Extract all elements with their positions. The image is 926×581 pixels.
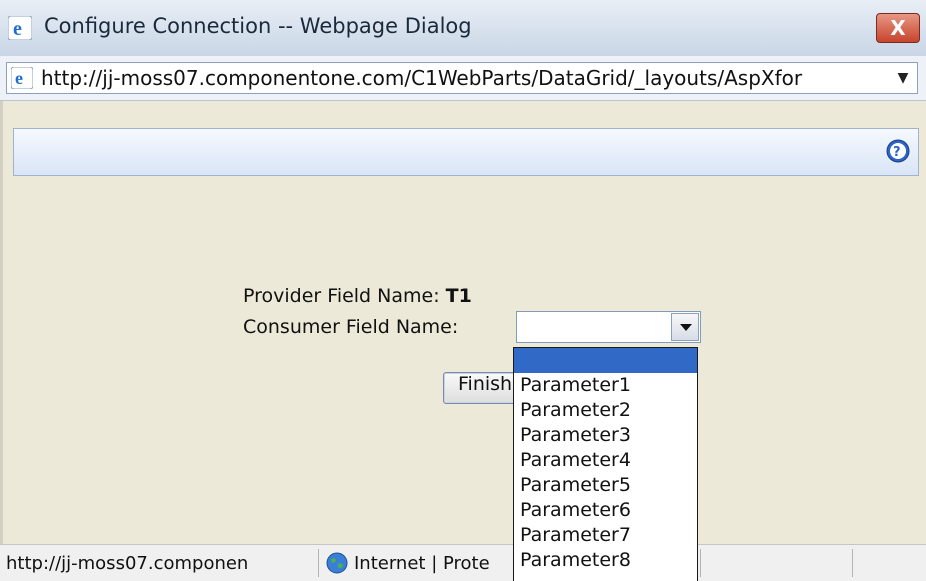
status-separator <box>700 549 701 577</box>
dropdown-option[interactable]: Parameter3 <box>514 423 697 448</box>
window-title: Configure Connection -- Webpage Dialog <box>44 14 472 38</box>
dropdown-option[interactable]: Parameter1 <box>514 373 697 398</box>
dropdown-option[interactable]: Parameter4 <box>514 448 697 473</box>
chevron-down-icon <box>680 324 692 331</box>
dropdown-button[interactable] <box>671 313 699 341</box>
dropdown-option[interactable]: Parameter7 <box>514 523 697 548</box>
address-url: http://jj-moss07.componentone.com/C1WebP… <box>41 66 803 90</box>
ie-icon: e <box>8 16 32 40</box>
status-url: http://jj-moss07.componen <box>6 553 249 574</box>
consumer-field-select[interactable] <box>516 311 701 343</box>
dropdown-option[interactable]: Parameter8 <box>514 548 697 573</box>
help-icon[interactable]: ? <box>886 139 910 163</box>
dropdown-option[interactable]: Parameter5 <box>514 473 697 498</box>
security-zone: Internet | Prote <box>354 553 490 574</box>
consumer-field-label: Consumer Field Name: <box>243 316 459 338</box>
provider-field-row: Provider Field Name: T1 <box>243 285 472 307</box>
dropdown-option[interactable]: Parameter2 <box>514 398 697 423</box>
title-bar: e Configure Connection -- Webpage Dialog… <box>0 0 926 57</box>
webpage-dialog: e Configure Connection -- Webpage Dialog… <box>0 0 926 581</box>
provider-field-label: Provider Field Name: <box>243 285 440 307</box>
close-button[interactable]: X <box>876 13 920 43</box>
close-icon: X <box>890 16 906 40</box>
status-bar: http://jj-moss07.componen Internet | Pro… <box>0 544 926 581</box>
svg-text:?: ? <box>893 145 901 160</box>
svg-text:e: e <box>15 68 23 88</box>
svg-text:e: e <box>13 18 22 40</box>
info-bar: ? <box>13 128 919 176</box>
address-field[interactable]: e http://jj-moss07.componentone.com/C1We… <box>6 62 918 94</box>
address-bar: e http://jj-moss07.componentone.com/C1We… <box>0 56 926 101</box>
consumer-field-options[interactable]: Parameter1 Parameter2 Parameter3 Parameter4… <box>513 347 698 581</box>
dialog-content: ? Provider Field Name: T1 Consumer Field… <box>0 101 926 544</box>
provider-field-value: T1 <box>445 285 472 307</box>
ie-icon: e <box>11 67 33 89</box>
dropdown-option[interactable] <box>514 348 697 373</box>
status-separator <box>852 549 853 577</box>
chevron-down-icon[interactable]: ▼ <box>893 68 913 88</box>
dropdown-option[interactable]: Parameter6 <box>514 498 697 523</box>
globe-icon <box>326 552 348 574</box>
status-separator <box>318 549 319 577</box>
